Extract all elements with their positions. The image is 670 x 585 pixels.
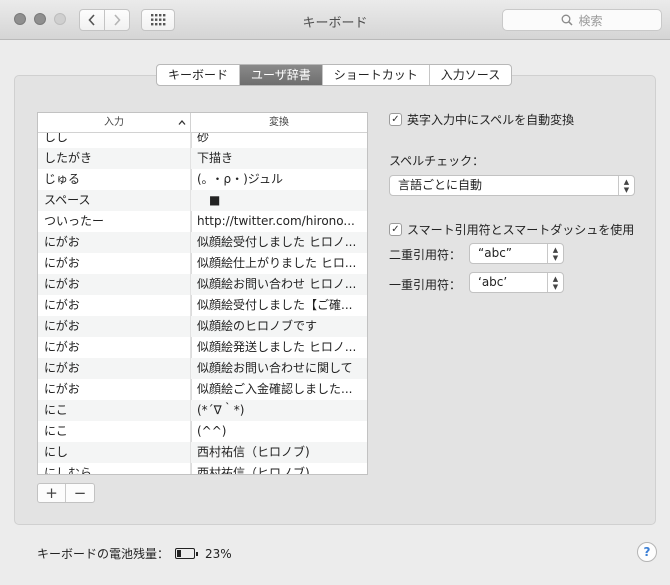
add-entry-button[interactable]: + bbox=[38, 484, 66, 502]
title-bar: キーボード 検索 bbox=[0, 0, 670, 40]
cell-input: ついったー bbox=[38, 211, 191, 232]
tab-input-sources[interactable]: 入力ソース bbox=[430, 65, 511, 85]
table-row[interactable]: したがき 下描き bbox=[38, 148, 367, 169]
sort-ascending-icon bbox=[178, 113, 186, 140]
cell-input: にがお bbox=[38, 316, 191, 337]
spellcheck-value: 言語ごとに自動 bbox=[398, 178, 483, 192]
double-quote-popup[interactable]: “abc” ▲ ▼ bbox=[469, 243, 564, 264]
table-row[interactable]: にし 西村祐信（ヒロノブ) bbox=[38, 442, 367, 463]
search-placeholder: 検索 bbox=[578, 13, 603, 28]
add-remove-control: + − bbox=[37, 483, 95, 503]
tab-user-dictionary[interactable]: ユーザ辞書 bbox=[240, 65, 323, 85]
table-row[interactable]: にがお 似顔絵お問い合わせ ヒロノ... bbox=[38, 274, 367, 295]
tab-bar: キーボード ユーザ辞書 ショートカット 入力ソース bbox=[156, 64, 513, 86]
cell-input: にこ bbox=[38, 421, 191, 442]
autocorrect-checkbox[interactable]: ✓ bbox=[389, 113, 402, 126]
cell-input: にし bbox=[38, 442, 191, 463]
cell-input: にがお bbox=[38, 295, 191, 316]
cell-replace: 似顔絵仕上がりました ヒロ... bbox=[197, 256, 357, 270]
table-body: しし砂 したがき 下描き じゅる (｡ ・ρ・)ジュル スペース ■ ついったー htt… bbox=[38, 127, 367, 475]
remove-entry-button[interactable]: − bbox=[66, 484, 94, 502]
single-quote-value: ‘abc’ bbox=[478, 275, 508, 289]
column-header-input[interactable]: 入力 bbox=[38, 113, 191, 132]
cell-input: にこ bbox=[38, 400, 191, 421]
column-header-replace[interactable]: 変換 bbox=[191, 113, 367, 132]
battery-icon bbox=[175, 548, 199, 559]
keyboard-preferences-window: キーボード 検索 キーボード ユーザ辞書 ショートカット 入力ソース しし砂 し… bbox=[0, 0, 670, 585]
table-row[interactable]: にがお 似顔絵お問い合わせに関して bbox=[38, 358, 367, 379]
column-header-input-label: 入力 bbox=[104, 117, 124, 128]
battery-label: キーボードの電池残量： bbox=[37, 547, 170, 561]
updown-arrows-icon: ▲ ▼ bbox=[618, 176, 634, 195]
battery-status: キーボードの電池残量： 23% bbox=[37, 545, 232, 562]
cell-replace: (｡ ・ρ・)ジュル bbox=[197, 172, 283, 186]
table-row[interactable]: にがお 似顔絵仕上がりました ヒロ... bbox=[38, 253, 367, 274]
updown-arrows-icon: ▲ ▼ bbox=[547, 244, 563, 263]
table-header: 入力 変換 bbox=[38, 113, 367, 133]
table-row[interactable]: にこ (*´∇｀*) bbox=[38, 400, 367, 421]
cell-input: にがお bbox=[38, 253, 191, 274]
cell-replace: 似顔絵のヒロノブです bbox=[197, 319, 318, 333]
table-row[interactable]: ついったー http://twitter.com/hirono... bbox=[38, 211, 367, 232]
table-row[interactable]: にがお 似顔絵発送しました ヒロノ... bbox=[38, 337, 367, 358]
cell-input: じゅる bbox=[38, 169, 191, 190]
double-quote-value: “abc” bbox=[478, 246, 513, 260]
cell-replace: (^^) bbox=[197, 424, 227, 438]
battery-percent: 23% bbox=[205, 546, 232, 561]
cell-replace: 似顔絵発送しました ヒロノ... bbox=[197, 340, 357, 354]
single-quote-label: 一重引用符： bbox=[389, 278, 462, 292]
table-row[interactable]: にがお 似顔絵受付しました【ご確... bbox=[38, 295, 367, 316]
cell-input: したがき bbox=[38, 148, 191, 169]
updown-arrows-icon: ▲ ▼ bbox=[547, 273, 563, 292]
dictionary-table[interactable]: しし砂 したがき 下描き じゅる (｡ ・ρ・)ジュル スペース ■ ついったー htt… bbox=[37, 112, 368, 475]
tab-shortcuts[interactable]: ショートカット bbox=[323, 65, 430, 85]
cell-replace: 下描き bbox=[197, 151, 234, 165]
spellcheck-popup[interactable]: 言語ごとに自動 ▲ ▼ bbox=[389, 175, 635, 196]
cell-input: にがお bbox=[38, 337, 191, 358]
cell-replace: 似顔絵受付しました【ご確... bbox=[197, 298, 353, 312]
cell-replace: 似顔絵受付しました ヒロノ... bbox=[197, 235, 357, 249]
cell-input: スペース bbox=[38, 190, 191, 211]
autocorrect-label: 英字入力中にスペルを自動変換 bbox=[407, 113, 575, 127]
cell-replace: http://twitter.com/hirono... bbox=[197, 214, 355, 228]
cell-replace: 西村祐信（ヒロノブ) bbox=[197, 445, 310, 459]
cell-replace: (*´∇｀*) bbox=[197, 403, 245, 417]
help-button[interactable]: ? bbox=[637, 542, 657, 562]
search-icon bbox=[562, 14, 574, 26]
cell-input: にがお bbox=[38, 274, 191, 295]
tab-keyboard[interactable]: キーボード bbox=[157, 65, 241, 85]
cell-input: にがお bbox=[38, 379, 191, 400]
table-row[interactable]: にしむら 西村祐信（ヒロノブ) bbox=[38, 463, 367, 475]
table-row[interactable]: じゅる (｡ ・ρ・)ジュル bbox=[38, 169, 367, 190]
smart-quotes-option[interactable]: ✓ スマート引用符とスマートダッシュを使用 bbox=[389, 221, 634, 238]
cell-input: にしむら bbox=[38, 463, 191, 474]
double-quote-label: 二重引用符： bbox=[389, 248, 462, 262]
single-quote-popup[interactable]: ‘abc’ ▲ ▼ bbox=[469, 272, 564, 293]
cell-input: にがお bbox=[38, 232, 191, 253]
cell-replace: ■ bbox=[209, 193, 221, 207]
cell-replace: 似顔絵お問い合わせに関して bbox=[197, 361, 353, 375]
table-row[interactable]: にこ (^^) bbox=[38, 421, 367, 442]
table-row[interactable]: にがお 似顔絵受付しました ヒロノ... bbox=[38, 232, 367, 253]
smart-quotes-checkbox[interactable]: ✓ bbox=[389, 223, 402, 236]
autocorrect-option[interactable]: ✓ 英字入力中にスペルを自動変換 bbox=[389, 111, 574, 128]
smart-quotes-label: スマート引用符とスマートダッシュを使用 bbox=[407, 223, 635, 237]
cell-replace: 似顔絵お問い合わせ ヒロノ... bbox=[197, 277, 357, 291]
search-field[interactable]: 検索 bbox=[502, 9, 662, 31]
table-row[interactable]: スペース ■ bbox=[38, 190, 367, 211]
table-row[interactable]: にがお 似顔絵ご入金確認しました... bbox=[38, 379, 367, 400]
cell-replace: 似顔絵ご入金確認しました... bbox=[197, 382, 353, 396]
table-row[interactable]: にがお 似顔絵のヒロノブです bbox=[38, 316, 367, 337]
cell-input: にがお bbox=[38, 358, 191, 379]
spellcheck-label: スペルチェック： bbox=[389, 154, 485, 168]
cell-replace: 西村祐信（ヒロノブ) bbox=[197, 466, 310, 475]
